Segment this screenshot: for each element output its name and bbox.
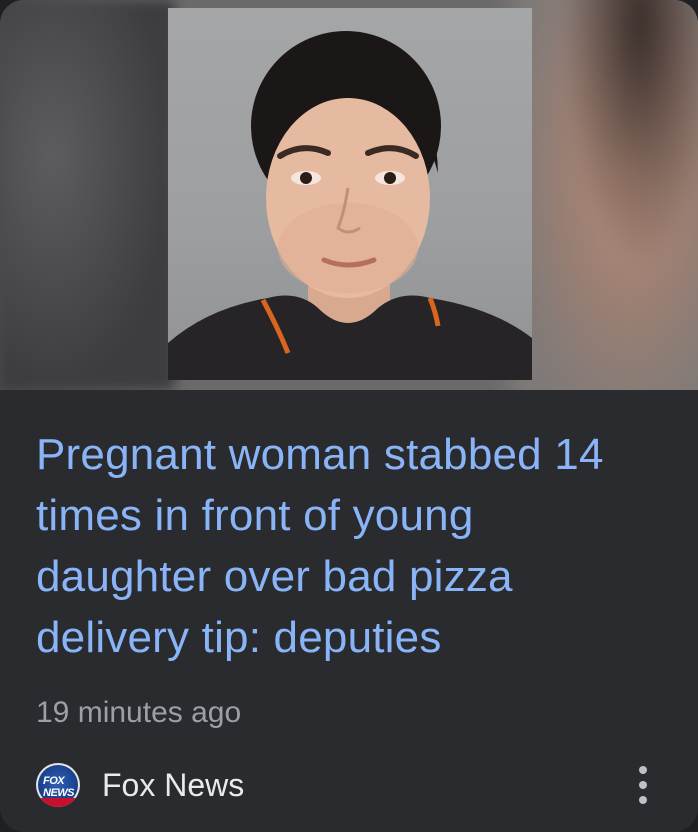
source-row[interactable]: FOX NEWS Fox News	[36, 760, 244, 810]
source-name: Fox News	[102, 766, 245, 803]
more-vert-icon-dot	[639, 781, 647, 789]
image-blur-right	[520, 0, 698, 390]
article-headline[interactable]: Pregnant woman stabbed 14 times in front…	[36, 424, 656, 668]
logo-red-stripe	[36, 798, 80, 807]
image-blur-left	[0, 0, 175, 390]
mugshot-photo	[168, 8, 532, 380]
fox-news-logo-icon: FOX NEWS	[36, 763, 80, 807]
news-card[interactable]: Pregnant woman stabbed 14 times in front…	[0, 0, 698, 832]
source-logo-text: FOX NEWS	[43, 775, 75, 799]
more-vert-icon-dot	[639, 796, 647, 804]
more-options-button[interactable]	[628, 762, 658, 808]
more-vert-icon	[639, 766, 647, 774]
portrait-illustration	[168, 31, 532, 380]
article-image[interactable]	[0, 0, 698, 390]
article-timestamp: 19 minutes ago	[36, 696, 242, 729]
